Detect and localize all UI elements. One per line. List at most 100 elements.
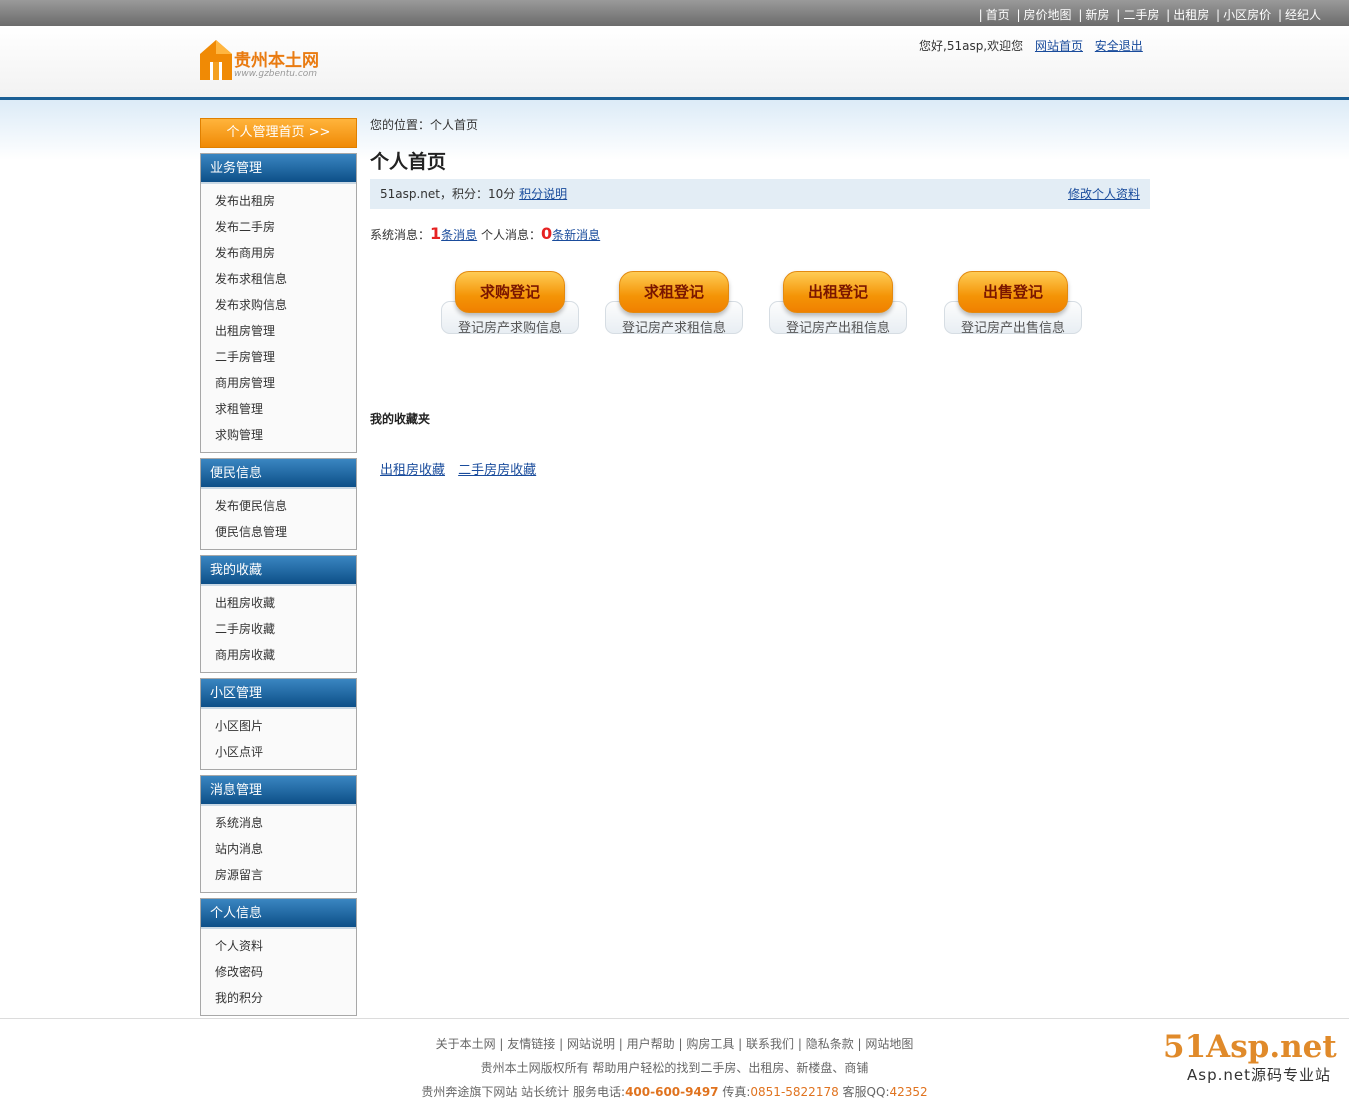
top-nav-community-price[interactable]: 小区房价 <box>1223 8 1271 22</box>
sidebar-item-second-hand-manage[interactable]: 二手房管理 <box>215 344 356 370</box>
sidebar-group-title[interactable]: 小区管理 <box>201 679 356 709</box>
footer-link-privacy[interactable]: 隐私条款 <box>806 1037 854 1051</box>
top-nav-separator: | <box>1116 8 1121 22</box>
footer-link-contact[interactable]: 联系我们 <box>746 1037 794 1051</box>
footer-qq: 42352 <box>889 1085 928 1099</box>
sidebar-item-community-reviews[interactable]: 小区点评 <box>215 739 356 765</box>
footer-divider <box>0 1018 1349 1019</box>
sidebar-item-want-buy-manage[interactable]: 求购管理 <box>215 422 356 448</box>
points-help-link[interactable]: 积分说明 <box>519 187 567 201</box>
site-logo[interactable]: 贵州本土网 www.gzbentu.com <box>200 40 340 82</box>
sidebar-item-listing-comments[interactable]: 房源留言 <box>215 862 356 888</box>
sidebar-item-second-hand-favorites[interactable]: 二手房收藏 <box>215 616 356 642</box>
sidebar-item-convenience-manage[interactable]: 便民信息管理 <box>215 519 356 545</box>
page-title: 个人首页 <box>370 151 447 173</box>
sidebar-item-publish-commercial[interactable]: 发布商用房 <box>215 240 356 266</box>
footer-qq-label: 客服QQ: <box>842 1085 890 1099</box>
sidebar-item-my-points[interactable]: 我的积分 <box>215 985 356 1011</box>
sidebar-group-community: 小区管理 小区图片 小区点评 <box>200 678 357 770</box>
sidebar-group-title[interactable]: 消息管理 <box>201 776 356 806</box>
breadcrumb: 您的位置：个人首页 <box>370 118 479 132</box>
top-nav: | 首页 | 房价地图 | 新房 | 二手房 | 出租房 | 小区房价 | 经纪人 <box>976 6 1321 23</box>
sidebar-item-publish-want-rent[interactable]: 发布求租信息 <box>215 266 356 292</box>
sidebar-item-change-password[interactable]: 修改密码 <box>215 959 356 985</box>
watermark: 51Asp.net Asp.net源码专业站 <box>1163 1030 1337 1085</box>
sidebar-group-title[interactable]: 我的收藏 <box>201 556 356 586</box>
personal-message-link[interactable]: 条新消息 <box>552 228 600 242</box>
sidebar-group-personal: 个人信息 个人资料 修改密码 我的积分 <box>200 898 357 1016</box>
sidebar-item-publish-want-buy[interactable]: 发布求购信息 <box>215 292 356 318</box>
top-nav-new-house[interactable]: 新房 <box>1085 8 1109 22</box>
logo-url: www.gzbentu.com <box>234 69 318 79</box>
sidebar-group-convenience: 便民信息 发布便民信息 便民信息管理 <box>200 458 357 550</box>
top-nav-separator: | <box>978 8 983 22</box>
sidebar-item-profile[interactable]: 个人资料 <box>215 933 356 959</box>
top-bar: | 首页 | 房价地图 | 新房 | 二手房 | 出租房 | 小区房价 | 经纪人 <box>0 0 1349 26</box>
account-info-text: 51asp.net，积分：10分 <box>380 187 516 201</box>
top-nav-second-hand[interactable]: 二手房 <box>1123 8 1159 22</box>
logo-name: 贵州本土网 <box>234 51 319 71</box>
sidebar-item-site-messages[interactable]: 站内消息 <box>215 836 356 862</box>
sidebar-item-community-photos[interactable]: 小区图片 <box>215 713 356 739</box>
footer-link-site-info[interactable]: 网站说明 <box>567 1037 615 1051</box>
sidebar-item-commercial-manage[interactable]: 商用房管理 <box>215 370 356 396</box>
top-nav-price-map[interactable]: 房价地图 <box>1024 8 1072 22</box>
top-nav-separator: | <box>1277 8 1282 22</box>
sidebar-item-publish-second-hand[interactable]: 发布二手房 <box>215 214 356 240</box>
footer-link-about[interactable]: 关于本土网 <box>436 1037 496 1051</box>
action-want-buy: 求购登记 登记房产求购信息 <box>440 271 580 336</box>
footer-link-sitemap[interactable]: 网站地图 <box>865 1037 913 1051</box>
footer: 关于本土网 | 友情链接 | 网站说明 | 用户帮助 | 购房工具 | 联系我们… <box>0 1032 1349 1100</box>
sidebar-item-publish-rental[interactable]: 发布出租房 <box>215 188 356 214</box>
sidebar-group-messages: 消息管理 系统消息 站内消息 房源留言 <box>200 775 357 893</box>
favorites-links: 出租房收藏 二手房房收藏 <box>380 459 545 478</box>
sidebar-item-system-messages[interactable]: 系统消息 <box>215 810 356 836</box>
footer-link-tools[interactable]: 购房工具 <box>686 1037 734 1051</box>
footer-copyright: 贵州本土网版权所有 帮助用户轻松的找到二手房、出租房、新楼盘、商铺 <box>480 1061 869 1075</box>
sidebar-group-business: 业务管理 发布出租房 发布二手房 发布商用房 发布求租信息 发布求购信息 出租房… <box>200 153 357 453</box>
top-nav-home[interactable]: 首页 <box>986 8 1010 22</box>
sidebar-group-title[interactable]: 便民信息 <box>201 459 356 489</box>
top-nav-separator: | <box>1078 8 1083 22</box>
footer-stats-link[interactable]: 站长统计 <box>521 1085 569 1099</box>
sidebar-item-publish-convenience[interactable]: 发布便民信息 <box>215 493 356 519</box>
sidebar-group-title[interactable]: 业务管理 <box>201 154 356 184</box>
rental-favorites-link[interactable]: 出租房收藏 <box>380 463 445 478</box>
sidebar-item-commercial-favorites[interactable]: 商用房收藏 <box>215 642 356 668</box>
personal-home-button[interactable]: 个人管理首页 >> <box>200 118 357 148</box>
footer-link-friends[interactable]: 友情链接 <box>507 1037 555 1051</box>
personal-message-label: 个人消息： <box>481 228 542 242</box>
action-rent-out: 出租登记 登记房产出租信息 <box>768 271 908 336</box>
sidebar: 个人管理首页 >> 业务管理 发布出租房 发布二手房 发布商用房 发布求租信息 … <box>200 118 357 1021</box>
top-nav-separator: | <box>1166 8 1171 22</box>
action-want-rent: 求租登记 登记房产求租信息 <box>604 271 744 336</box>
main-content: 您的位置：个人首页 个人首页 51asp.net，积分：10分 积分说明 修改个… <box>370 116 1150 478</box>
sidebar-item-want-rent-manage[interactable]: 求租管理 <box>215 396 356 422</box>
top-nav-rental[interactable]: 出租房 <box>1173 8 1209 22</box>
message-summary: 系统消息：1条消息 个人消息：0条新消息 <box>370 224 600 243</box>
site-home-link[interactable]: 网站首页 <box>1035 39 1083 53</box>
second-hand-favorites-link[interactable]: 二手房房收藏 <box>458 463 536 478</box>
house-logo-icon <box>200 40 232 80</box>
want-buy-register-button[interactable]: 求购登记 <box>455 271 565 313</box>
top-nav-separator: | <box>1216 8 1221 22</box>
sidebar-item-rental-manage[interactable]: 出租房管理 <box>215 318 356 344</box>
personal-message-count[interactable]: 0 <box>541 224 552 243</box>
sell-register-button[interactable]: 出售登记 <box>958 271 1068 313</box>
system-message-link[interactable]: 条消息 <box>441 228 477 242</box>
rent-out-register-button[interactable]: 出租登记 <box>783 271 893 313</box>
account-info-bar: 51asp.net，积分：10分 积分说明 修改个人资料 <box>370 179 1150 209</box>
sidebar-group-title[interactable]: 个人信息 <box>201 899 356 929</box>
system-message-count[interactable]: 1 <box>430 224 441 243</box>
sidebar-item-rental-favorites[interactable]: 出租房收藏 <box>215 590 356 616</box>
system-message-label: 系统消息： <box>370 228 431 242</box>
top-nav-separator: | <box>1016 8 1021 22</box>
top-nav-agent[interactable]: 经纪人 <box>1285 8 1321 22</box>
sidebar-group-favorites: 我的收藏 出租房收藏 二手房收藏 商用房收藏 <box>200 555 357 673</box>
edit-profile-link[interactable]: 修改个人资料 <box>1068 179 1140 209</box>
footer-links: 关于本土网 | 友情链接 | 网站说明 | 用户帮助 | 购房工具 | 联系我们… <box>435 1037 914 1051</box>
footer-link-help[interactable]: 用户帮助 <box>627 1037 675 1051</box>
want-rent-register-button[interactable]: 求租登记 <box>619 271 729 313</box>
logout-link[interactable]: 安全退出 <box>1095 39 1143 53</box>
action-sell: 出售登记 登记房产出售信息 <box>943 271 1083 336</box>
